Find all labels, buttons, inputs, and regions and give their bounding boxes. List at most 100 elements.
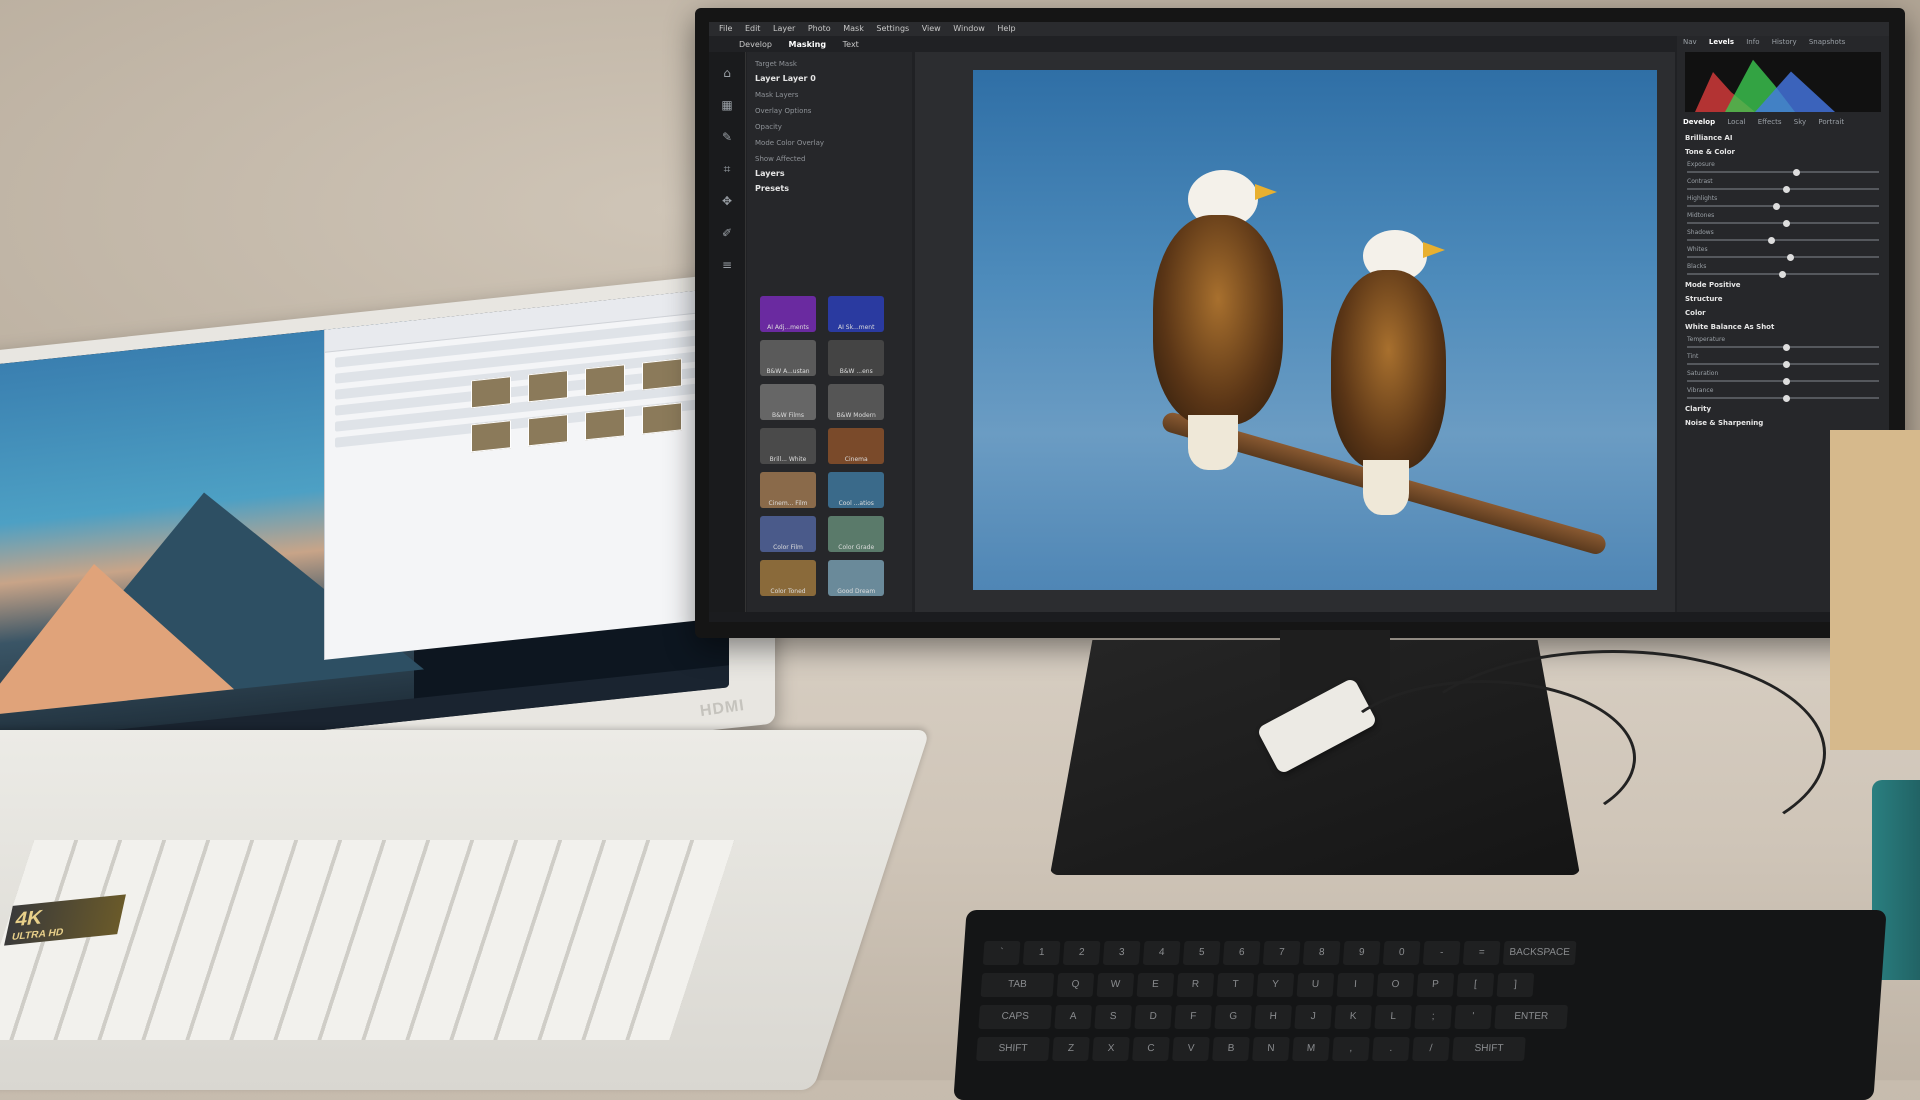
- keyboard-key[interactable]: 8: [1302, 941, 1341, 965]
- preset-tile[interactable]: B&W Films: [760, 384, 816, 420]
- structure-section[interactable]: Structure: [1685, 295, 1881, 303]
- keyboard-key[interactable]: B: [1212, 1037, 1250, 1061]
- keyboard-key[interactable]: P: [1416, 973, 1455, 997]
- menu-settings[interactable]: Settings: [876, 24, 909, 33]
- whites-slider[interactable]: Whites: [1687, 246, 1879, 261]
- keyboard-key[interactable]: ,: [1332, 1037, 1370, 1061]
- slider-track[interactable]: [1687, 239, 1879, 241]
- tab-portrait[interactable]: Portrait: [1818, 118, 1844, 126]
- layers-title[interactable]: Layers: [755, 169, 904, 178]
- layer-name[interactable]: Layer Layer 0: [755, 74, 904, 83]
- keyboard-key[interactable]: `: [982, 941, 1021, 965]
- tone-color-section[interactable]: Tone & Color: [1685, 148, 1881, 156]
- keyboard-key[interactable]: SHIFT: [976, 1037, 1050, 1061]
- blacks-slider[interactable]: Blacks: [1687, 263, 1879, 278]
- slider-knob[interactable]: [1792, 169, 1800, 176]
- slider-knob[interactable]: [1779, 271, 1787, 278]
- white-balance-value[interactable]: As Shot: [1744, 323, 1774, 331]
- keyboard-key[interactable]: J: [1294, 1005, 1332, 1029]
- keyboard-key[interactable]: C: [1132, 1037, 1170, 1061]
- preset-tile[interactable]: Cinem... Film: [760, 472, 816, 508]
- overlay-options-label[interactable]: Overlay Options: [755, 107, 904, 115]
- keyboard-key[interactable]: W: [1096, 973, 1135, 997]
- keyboard-key[interactable]: 3: [1102, 941, 1141, 965]
- preset-tile[interactable]: AI Sk...ment: [828, 296, 885, 332]
- keyboard-key[interactable]: CAPS: [978, 1005, 1052, 1029]
- keyboard-key[interactable]: =: [1462, 941, 1501, 965]
- keyboard-key[interactable]: Q: [1056, 973, 1095, 997]
- keyboard-key[interactable]: T: [1216, 973, 1255, 997]
- image-thumbnail[interactable]: [642, 402, 683, 435]
- edit-icon[interactable]: ✎: [716, 126, 738, 148]
- menu-edit[interactable]: Edit: [745, 24, 761, 33]
- tab-nav[interactable]: Nav: [1683, 38, 1697, 46]
- show-value[interactable]: Affected: [776, 155, 805, 163]
- keyboard-key[interactable]: ': [1454, 1005, 1492, 1029]
- keyboard-key[interactable]: TAB: [980, 973, 1055, 997]
- image-canvas[interactable]: [915, 52, 1675, 612]
- tab-effects[interactable]: Effects: [1758, 118, 1782, 126]
- image-thumbnail[interactable]: [471, 376, 511, 409]
- preset-tile[interactable]: Color Film: [760, 516, 816, 552]
- keyboard-key[interactable]: BACKSPACE: [1502, 941, 1577, 965]
- menu-layer[interactable]: Layer: [773, 24, 795, 33]
- layers-icon[interactable]: ≡: [716, 254, 738, 276]
- browse-icon[interactable]: ▦: [716, 94, 738, 116]
- temperature-slider[interactable]: Temperature: [1687, 336, 1879, 351]
- vibrance-slider[interactable]: Vibrance: [1687, 387, 1879, 402]
- tab-local[interactable]: Local: [1727, 118, 1745, 126]
- keyboard-key[interactable]: K: [1334, 1005, 1372, 1029]
- brilliance-ai-section[interactable]: Brilliance AI: [1685, 134, 1881, 142]
- slider-knob[interactable]: [1786, 254, 1794, 261]
- keyboard-key[interactable]: R: [1176, 973, 1215, 997]
- keyboard-key[interactable]: 7: [1262, 941, 1301, 965]
- keyboard-key[interactable]: -: [1422, 941, 1461, 965]
- white-balance-row[interactable]: White Balance As Shot: [1685, 323, 1881, 331]
- keyboard-key[interactable]: U: [1296, 973, 1335, 997]
- tab-info[interactable]: Info: [1746, 38, 1759, 46]
- slider-track[interactable]: [1687, 171, 1879, 173]
- color-section[interactable]: Color: [1685, 309, 1881, 317]
- keyboard-key[interactable]: D: [1134, 1005, 1172, 1029]
- keyboard-key[interactable]: 6: [1222, 941, 1261, 965]
- image-thumbnail[interactable]: [528, 370, 569, 403]
- menu-view[interactable]: View: [922, 24, 941, 33]
- menu-window[interactable]: Window: [953, 24, 985, 33]
- tab-snapshots[interactable]: Snapshots: [1809, 38, 1845, 46]
- menu-mask[interactable]: Mask: [843, 24, 864, 33]
- show-row[interactable]: Show Affected: [755, 155, 904, 163]
- keyboard-key[interactable]: E: [1136, 973, 1175, 997]
- keyboard-key[interactable]: M: [1292, 1037, 1330, 1061]
- keyboard-key[interactable]: /: [1412, 1037, 1450, 1061]
- brush-icon[interactable]: ✐: [716, 222, 738, 244]
- keyboard-key[interactable]: 5: [1182, 941, 1221, 965]
- tab-sky[interactable]: Sky: [1794, 118, 1806, 126]
- slider-knob[interactable]: [1767, 237, 1775, 244]
- midtones-slider[interactable]: Midtones: [1687, 212, 1879, 227]
- overlay-mode-row[interactable]: Mode Color Overlay: [755, 139, 904, 147]
- keyboard-key[interactable]: H: [1254, 1005, 1292, 1029]
- tint-slider[interactable]: Tint: [1687, 353, 1879, 368]
- image-thumbnail[interactable]: [585, 408, 626, 441]
- tone-mode-value[interactable]: Positive: [1709, 281, 1741, 289]
- tone-mode-row[interactable]: Mode Positive: [1685, 281, 1881, 289]
- keyboard-key[interactable]: ENTER: [1494, 1005, 1568, 1029]
- windows-taskbar[interactable]: [709, 612, 1889, 622]
- keyboard-key[interactable]: Y: [1256, 973, 1295, 997]
- exposure-slider[interactable]: Exposure: [1687, 161, 1879, 176]
- shadows-slider[interactable]: Shadows: [1687, 229, 1879, 244]
- keyboard-key[interactable]: S: [1094, 1005, 1132, 1029]
- preset-tile[interactable]: B&W A...ustan: [760, 340, 816, 376]
- keyboard-key[interactable]: A: [1054, 1005, 1092, 1029]
- preset-tile[interactable]: B&W ...ens: [828, 340, 885, 376]
- preset-tile[interactable]: B&W Modern: [828, 384, 885, 420]
- laptop-file-window[interactable]: [324, 287, 729, 660]
- slider-knob[interactable]: [1783, 378, 1790, 385]
- keyboard-key[interactable]: V: [1172, 1037, 1210, 1061]
- keyboard-key[interactable]: I: [1336, 973, 1375, 997]
- preset-tile[interactable]: Color Toned: [760, 560, 816, 596]
- keyboard-key[interactable]: 4: [1142, 941, 1181, 965]
- preset-tile[interactable]: AI Adj...ments: [760, 296, 816, 332]
- clarity-section[interactable]: Clarity: [1685, 405, 1881, 413]
- keyboard-key[interactable]: F: [1174, 1005, 1212, 1029]
